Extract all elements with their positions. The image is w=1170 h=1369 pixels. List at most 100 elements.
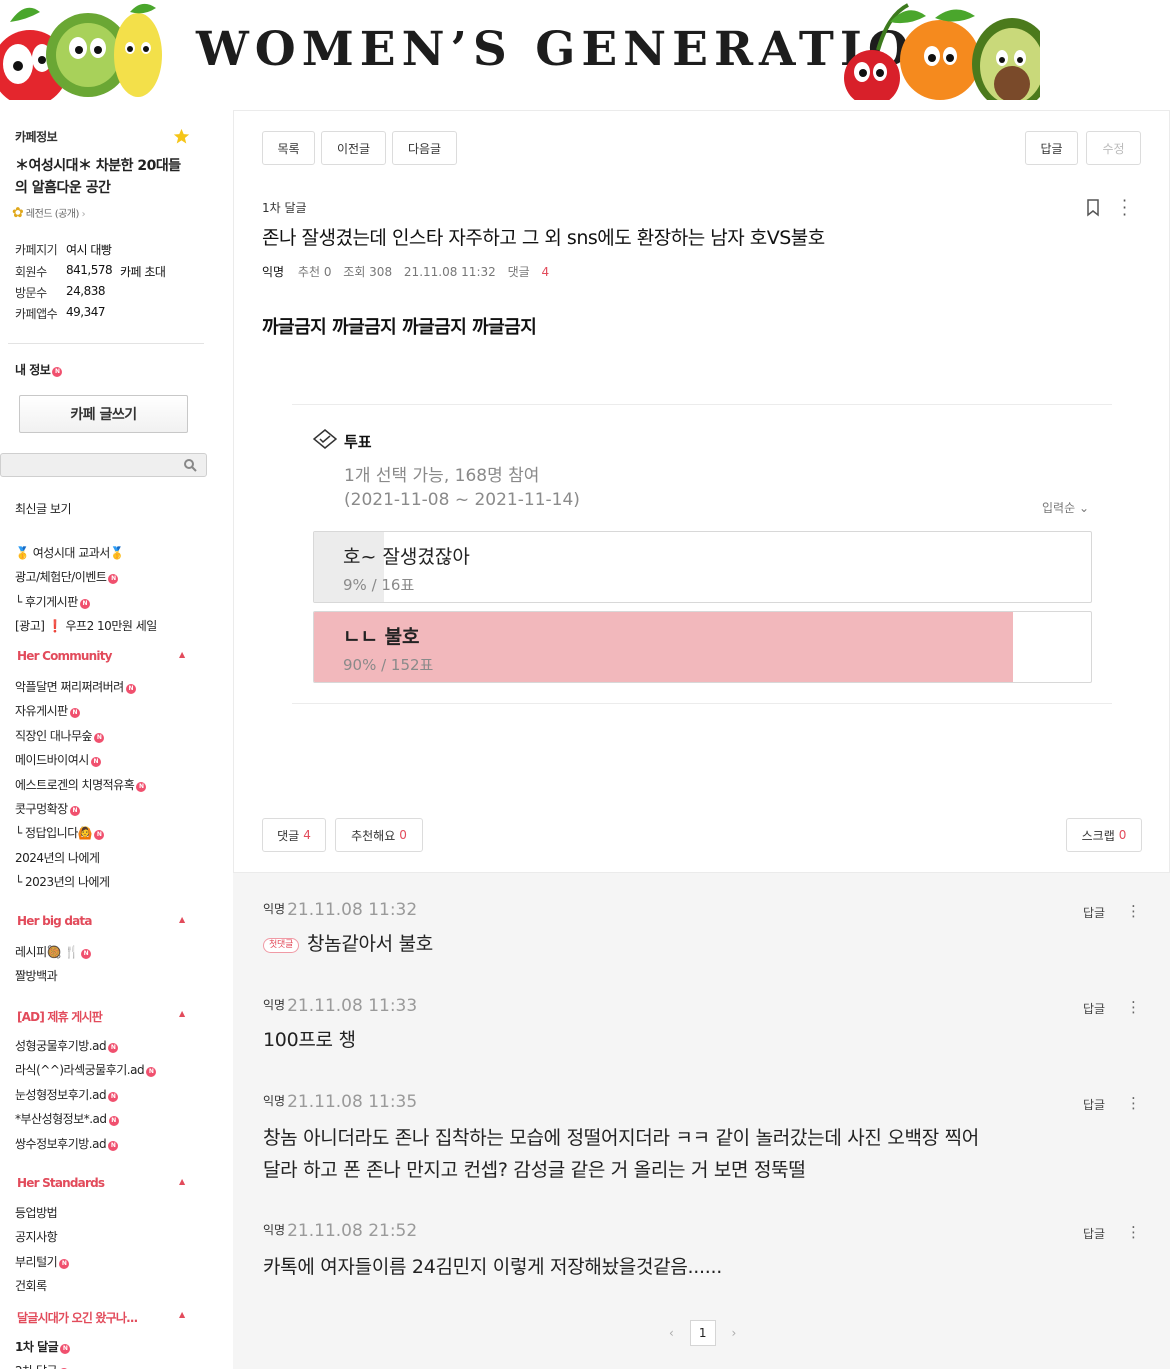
- pager-next-icon[interactable]: ›: [731, 1326, 736, 1340]
- collapse-caret-icon[interactable]: ▲: [179, 1009, 185, 1018]
- reply-post-button[interactable]: 답글: [1025, 131, 1078, 165]
- menu-item[interactable]: 레시피🥘 🍴 N: [15, 943, 91, 960]
- menu-item[interactable]: └ 후기게시판 N: [15, 593, 90, 610]
- recent-posts-link[interactable]: 최신글 보기: [15, 500, 72, 517]
- new-badge: N: [108, 574, 119, 585]
- edit-post-button[interactable]: 수정: [1086, 131, 1141, 165]
- next-post-button[interactable]: 다음글: [392, 131, 457, 165]
- star-icon[interactable]: [173, 128, 190, 145]
- menu-item[interactable]: 2차 달글N: [15, 1362, 70, 1369]
- menu-item[interactable]: 건회록: [15, 1277, 47, 1294]
- cafe-name[interactable]: ＊여성시대＊ 차분한 20대들 의 알흠다운 공간: [15, 155, 195, 199]
- comments-button[interactable]: 댓글 4: [262, 818, 326, 852]
- comment-more-icon[interactable]: ⋮: [1126, 1223, 1141, 1241]
- collapse-caret-icon[interactable]: ▲: [179, 915, 185, 924]
- section-her-big-data[interactable]: Her big data: [17, 914, 92, 928]
- section-her-standards[interactable]: Her Standards: [17, 1176, 105, 1190]
- scrap-button-count: 0: [1118, 828, 1127, 842]
- menu-item-label: 콧구멍확장: [15, 802, 68, 816]
- stat-value-manager[interactable]: 여시 대빵: [66, 241, 112, 258]
- like-button[interactable]: 추천해요 0: [335, 818, 423, 852]
- cafe-invite-link[interactable]: 카페 초대: [120, 263, 166, 280]
- collapse-caret-icon[interactable]: ▲: [179, 1310, 185, 1319]
- menu-item[interactable]: 자유게시판 N: [15, 702, 80, 719]
- board-link[interactable]: 1차 달글: [262, 199, 307, 216]
- menu-item[interactable]: 메이드바이여시 N: [15, 751, 101, 768]
- new-badge: N: [146, 1067, 157, 1078]
- poll-option[interactable]: 호~ 잘생겼잖아 9% / 16표: [313, 531, 1092, 603]
- menu-item[interactable]: 1차 달글 N: [15, 1338, 71, 1355]
- list-button[interactable]: 목록: [262, 131, 315, 165]
- more-options-icon[interactable]: · · ·: [1122, 193, 1127, 223]
- menu-item[interactable]: *부산성형정보*.ad N: [15, 1110, 119, 1127]
- collapse-caret-icon[interactable]: ▲: [179, 650, 185, 659]
- poll-option[interactable]: ㄴㄴ 불호 90% / 152표: [313, 611, 1092, 683]
- menu-item[interactable]: [광고] ❗ 우프2 10만원 세일: [15, 617, 157, 634]
- menu-item[interactable]: 공지사항: [15, 1228, 58, 1245]
- comment-text: 창놈 아니더라도 존나 집착하는 모습에 정떨어지더라 ㅋㅋ 같이 놀러갔는데 …: [263, 1122, 979, 1186]
- poll-description: 1개 선택 가능, 168명 참여: [344, 466, 540, 486]
- new-badge: N: [80, 949, 91, 959]
- menu-item[interactable]: 에스트로겐의 치명적유혹 N: [15, 776, 147, 793]
- menu-item[interactable]: 광고/체험단/이벤트 N: [15, 568, 119, 585]
- cafe-banner[interactable]: WOMEN’S GENERATION: [0, 0, 1170, 100]
- menu-item[interactable]: 짤방백과: [15, 967, 58, 984]
- menu-item-label: *부산성형정보*.ad: [15, 1112, 107, 1127]
- menu-item-label: 악플달면 쩌리쩌려버려: [15, 680, 124, 694]
- section-dal[interactable]: 달글시대가 오긴 왔구나...: [17, 1309, 138, 1326]
- menu-item-label: └ 2023년의 나에게: [15, 875, 110, 890]
- prev-post-button[interactable]: 이전글: [321, 131, 386, 165]
- menu-item[interactable]: 라식(^^)라섹궁물후기.ad N: [15, 1061, 157, 1078]
- post-likes: 추천 0: [297, 265, 332, 279]
- new-badge: N: [79, 598, 90, 609]
- search-icon[interactable]: [183, 458, 197, 472]
- pager-prev-icon[interactable]: ‹: [669, 1326, 674, 1340]
- chevron-right-icon: ›: [81, 209, 86, 220]
- comment-reply-button[interactable]: 답글: [1083, 1225, 1105, 1242]
- like-button-label: 추천해요: [351, 828, 396, 843]
- menu-item[interactable]: 🥇 여성시대 교과서🥇: [15, 544, 125, 561]
- menu-item[interactable]: 부리털기 N: [15, 1253, 70, 1270]
- menu-item[interactable]: 2024년의 나에게: [15, 849, 100, 866]
- comment-more-icon[interactable]: ⋮: [1126, 1094, 1141, 1112]
- stat-label-members: 회원수: [15, 265, 47, 279]
- menu-item[interactable]: └ 정답입니다🙆 N: [15, 824, 105, 841]
- new-badge: N: [108, 1116, 119, 1127]
- comment-reply-button[interactable]: 답글: [1083, 904, 1105, 921]
- cafe-grade[interactable]: ✿ 레전드 (공개) ›: [12, 205, 86, 221]
- comment-author[interactable]: 익명: [263, 902, 285, 916]
- comment-more-icon[interactable]: ⋮: [1126, 998, 1141, 1016]
- section-her-community[interactable]: Her Community: [17, 649, 113, 663]
- menu-item[interactable]: 눈성형정보후기.ad N: [15, 1086, 119, 1103]
- comment-author[interactable]: 익명: [263, 1223, 285, 1237]
- comment-reply-button[interactable]: 답글: [1083, 1000, 1105, 1017]
- collapse-caret-icon[interactable]: ▲: [179, 1177, 185, 1186]
- menu-item[interactable]: └ 2023년의 나에게: [15, 873, 110, 890]
- post-author[interactable]: 익명: [262, 265, 284, 279]
- section-ad-board[interactable]: [AD] 제휴 게시판: [17, 1008, 103, 1025]
- cafe-info-label: 카페정보: [15, 130, 58, 144]
- menu-item[interactable]: 성형궁물후기방.ad N: [15, 1037, 119, 1054]
- comment-author[interactable]: 익명: [263, 998, 285, 1012]
- menu-item-label: 1차 달글: [15, 1340, 59, 1354]
- menu-item[interactable]: 직장인 대나무숲 N: [15, 727, 105, 744]
- post-comment-count[interactable]: 댓글 4: [508, 265, 558, 279]
- comment-more-icon[interactable]: ⋮: [1126, 902, 1141, 920]
- poll-sort-dropdown[interactable]: 입력순 ⌄: [1042, 499, 1089, 516]
- bookmark-icon[interactable]: [1086, 199, 1100, 217]
- pager-page-button[interactable]: 1: [689, 1320, 716, 1346]
- menu-item[interactable]: 쌍수정보후기방.ad N: [15, 1135, 119, 1152]
- search-input[interactable]: [0, 453, 207, 477]
- menu-item[interactable]: 콧구멍확장 N: [15, 800, 80, 817]
- my-info-tab[interactable]: 내 정보 N: [15, 361, 63, 378]
- write-post-button[interactable]: 카페 글쓰기: [19, 395, 188, 433]
- menu-item[interactable]: 악플달면 쩌리쩌려버려 N: [15, 678, 136, 695]
- menu-item[interactable]: 등업방법: [15, 1204, 58, 1221]
- new-badge: N: [108, 1140, 119, 1151]
- comment-date: 21.11.08 11:32: [287, 900, 418, 920]
- menu-item-label: 에스트로겐의 치명적유혹: [15, 777, 135, 792]
- comment-date: 21.11.08 21:52: [287, 1221, 418, 1241]
- scrap-button[interactable]: 스크랩 0: [1066, 818, 1142, 852]
- comment-author[interactable]: 익명: [263, 1094, 285, 1108]
- comment-reply-button[interactable]: 답글: [1083, 1096, 1105, 1113]
